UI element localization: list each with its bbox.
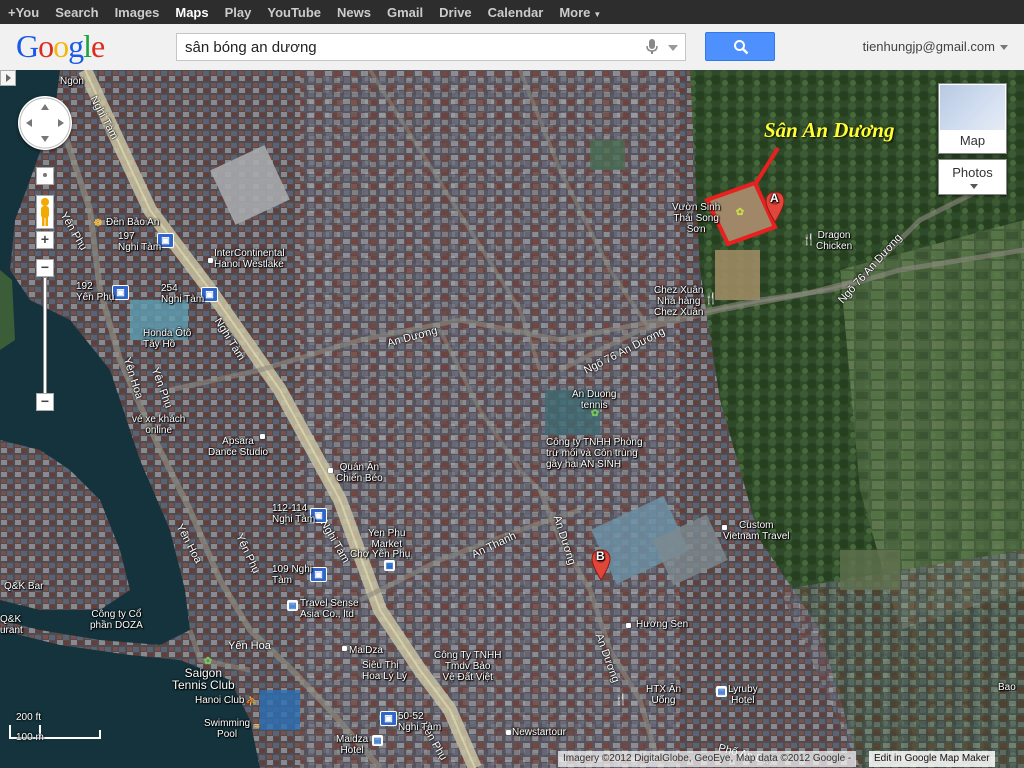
hotel-icon[interactable]: ▤ [716, 686, 727, 697]
bus-stop-icon[interactable]: ▣ [380, 711, 397, 726]
road-label-yen-hoa: Yên Hoa [228, 640, 271, 652]
search-options-caret-icon[interactable] [668, 45, 678, 51]
swimming-pool-icon[interactable]: ≈ [250, 720, 264, 734]
zoom-control: + − − [36, 167, 54, 413]
bus-stop-icon[interactable]: ▣ [310, 508, 327, 523]
satellite-imagery [0, 70, 1024, 768]
map-type-button[interactable]: Map [938, 83, 1007, 154]
place-dot[interactable] [328, 468, 333, 473]
zoom-slider-track[interactable] [43, 277, 47, 395]
temple-icon: ☸ [93, 218, 103, 229]
scale-meters: 100 m [16, 732, 44, 743]
pegman-icon[interactable] [36, 195, 54, 229]
scale-feet: 200 ft [16, 712, 42, 723]
street-view-rotate-icon[interactable] [36, 167, 54, 185]
pan-control[interactable] [18, 96, 72, 150]
place-dot[interactable] [722, 525, 727, 530]
nav-gmail[interactable]: Gmail [379, 5, 431, 20]
search-header: Google tienhungjp@gmail.com [0, 24, 1024, 71]
restaurant-icon[interactable]: 🍴 [704, 292, 718, 306]
bus-stop-icon[interactable]: ▣ [112, 285, 129, 300]
marker-b[interactable] [591, 549, 611, 581]
place-dot[interactable] [260, 434, 265, 439]
bus-stop-icon[interactable]: ▣ [201, 287, 218, 302]
nav-images[interactable]: Images [107, 5, 168, 20]
tennis-icon[interactable]: ✿ [201, 655, 215, 669]
annotation-title: Sân An Dương [764, 118, 895, 142]
nav-drive[interactable]: Drive [431, 5, 480, 20]
microphone-icon[interactable] [645, 39, 659, 55]
chevron-down-icon [970, 184, 978, 189]
pegman-figure-icon [41, 198, 49, 226]
account-email: tienhungjp@gmail.com [862, 39, 995, 54]
market-icon[interactable]: ▦ [384, 560, 395, 571]
collapse-panel-button[interactable] [0, 70, 16, 86]
swimming-icon[interactable]: ⛹ [245, 695, 259, 709]
search-icon [734, 40, 749, 55]
nav-more[interactable]: More ▼ [551, 5, 609, 20]
satellite-map[interactable]: Nghi Tàm Nghi Tàm Nghi Tàm Yên Phụ Yên P… [0, 70, 1024, 768]
search-button[interactable] [705, 32, 775, 61]
map-thumbnail [940, 85, 1005, 130]
garden-icon[interactable]: ✿ [733, 206, 747, 220]
pan-arrows-icon [19, 97, 71, 149]
place-dot[interactable] [208, 258, 213, 263]
place-dot[interactable] [506, 730, 511, 735]
tennis-icon[interactable]: ✿ [588, 407, 602, 421]
map-attribution: Imagery ©2012 DigitalGlobe, GeoEye, Map … [558, 751, 857, 767]
bus-stop-icon[interactable]: ▣ [310, 567, 327, 582]
restaurant-icon[interactable]: 🍴 [802, 233, 816, 247]
place-dot[interactable] [342, 646, 347, 651]
search-box [176, 33, 686, 61]
chevron-down-icon [1000, 45, 1008, 51]
google-top-bar: +You Search Images Maps Play YouTube New… [0, 0, 1024, 24]
bus-stop-icon[interactable]: ▣ [157, 233, 174, 248]
zoom-in-button[interactable]: + [36, 231, 54, 249]
business-icon[interactable]: ▤ [287, 600, 298, 611]
search-input[interactable] [177, 34, 653, 60]
map-type-label: Map [959, 133, 986, 148]
marker-a[interactable] [765, 191, 785, 223]
nav-news[interactable]: News [329, 5, 379, 20]
nav-play[interactable]: Play [217, 5, 260, 20]
nav-youtube[interactable]: YouTube [259, 5, 329, 20]
hotel-icon[interactable]: ▤ [372, 735, 383, 746]
nav-plus-you[interactable]: +You [0, 5, 47, 20]
nav-more-label: More [559, 4, 591, 20]
account-menu[interactable]: tienhungjp@gmail.com [863, 39, 1008, 54]
photos-button[interactable]: Photos [938, 159, 1007, 195]
nav-calendar[interactable]: Calendar [480, 5, 552, 20]
restaurant-icon[interactable]: 🍴 [614, 693, 628, 707]
zoom-out-button[interactable]: − [36, 393, 54, 411]
chevron-down-icon: ▼ [593, 9, 602, 19]
scale-bar: 200 ft 100 m [9, 712, 103, 744]
nav-search[interactable]: Search [47, 5, 106, 20]
zoom-out-button[interactable]: − [36, 259, 54, 277]
google-logo[interactable]: Google [16, 28, 105, 65]
edit-in-map-maker-link[interactable]: Edit in Google Map Maker [869, 751, 995, 767]
photos-label: Photos [952, 165, 993, 180]
nav-maps[interactable]: Maps [167, 5, 216, 20]
place-dot[interactable] [626, 623, 631, 628]
